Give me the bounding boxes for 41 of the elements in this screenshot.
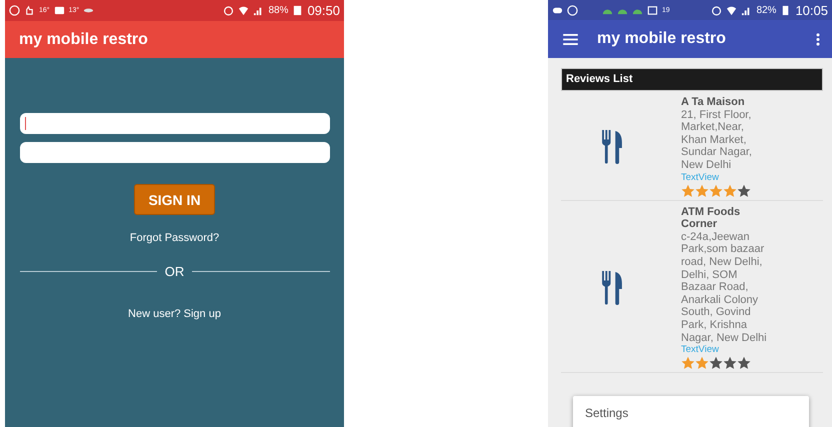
text-view-label: TextView [681, 344, 720, 356]
fork-knife-icon [600, 130, 624, 164]
star-icon [695, 184, 709, 198]
battery-percent: 82% [756, 4, 776, 16]
battery-percent: 88% [268, 5, 288, 16]
restaurant-address: 21, First Floor, Market,Near, Khan Market, Sundar Nagar, New Delhi [681, 108, 753, 172]
input-field[interactable] [20, 113, 330, 134]
app-title: my mobile restro [19, 30, 148, 48]
image-icon [54, 5, 65, 16]
text-view-label: TextView [681, 172, 720, 184]
star-icon [723, 356, 737, 370]
star-icon [709, 356, 723, 370]
clock-time: 09:50 [307, 3, 340, 18]
star-icon [681, 184, 695, 198]
sign-up-link[interactable]: New user? Sign up [128, 308, 221, 320]
star-icon [695, 356, 709, 370]
signal-icon [253, 5, 264, 16]
restaurant-name: ATM Foods Corner [681, 206, 742, 231]
star-icon [737, 184, 751, 198]
restaurant-address: c-24a,Jeewan Park,som bazaar road, New Delhi, Delhi, SOM Bazaar Road, Anarkali Colony South, Govind Park, Krishna Nagar, New Delhi [681, 230, 767, 344]
menu-item[interactable]: Settings [585, 406, 628, 420]
star-icon [737, 356, 751, 370]
battery-icon [292, 5, 304, 16]
app-title: my mobile restro [597, 30, 726, 48]
restaurant-name: A Ta Maison [681, 96, 746, 109]
more-options-icon[interactable] [816, 32, 820, 46]
star-icon [709, 184, 723, 198]
sign-in-button[interactable]: SIGN IN [134, 184, 215, 215]
input-field[interactable] [20, 142, 330, 163]
clock-time: 10:05 [795, 2, 828, 18]
battery-icon [780, 4, 792, 16]
wifi-icon [726, 4, 738, 16]
image-icon [647, 4, 658, 16]
wifi-icon [238, 5, 250, 16]
menu-icon[interactable] [563, 34, 578, 44]
or-label: OR [164, 264, 184, 279]
star-icon [723, 184, 737, 198]
star-icon [681, 356, 695, 370]
list-header: Reviews List [561, 68, 823, 91]
forgot-password-link[interactable]: Forgot Password? [130, 232, 220, 244]
fork-knife-icon [600, 270, 624, 305]
